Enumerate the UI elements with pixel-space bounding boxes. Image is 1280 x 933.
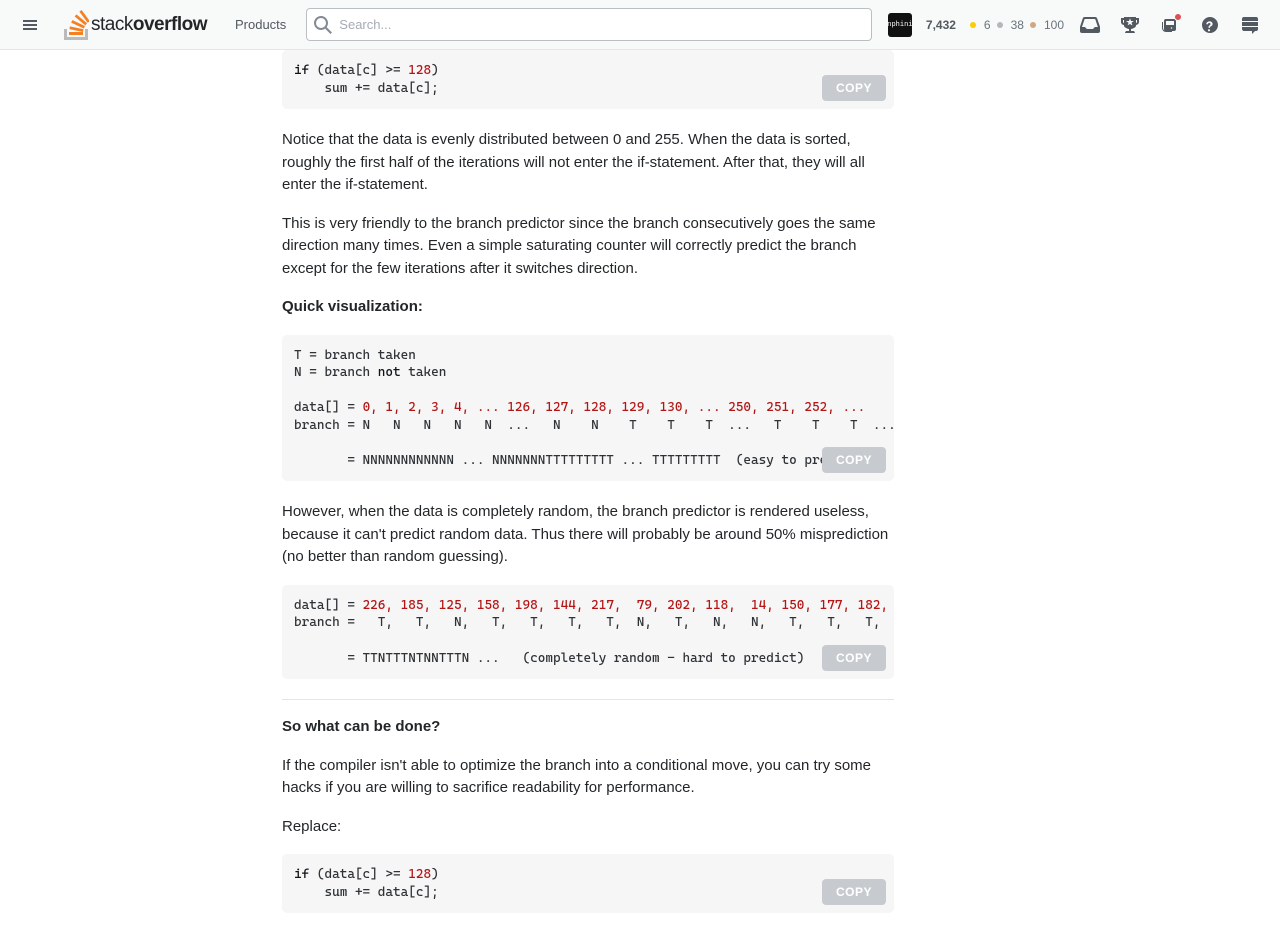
products-button[interactable]: Products: [223, 11, 298, 38]
badges[interactable]: 6 38 100: [970, 18, 1064, 32]
inbox-icon: [1080, 16, 1100, 34]
heading-quick-visualization: Quick visualization:: [282, 296, 894, 319]
logo-text: stackoverflow: [91, 14, 207, 36]
trophy-icon: [1121, 16, 1139, 34]
paragraph: Notice that the data is evenly distribut…: [282, 129, 894, 197]
paragraph: This is very friendly to the branch pred…: [282, 213, 894, 281]
copy-button[interactable]: COPY: [822, 447, 886, 473]
bronze-badge-dot: [1030, 22, 1036, 28]
silver-badge-count: 38: [1011, 18, 1024, 32]
hamburger-icon: [21, 16, 39, 34]
paragraph: If the compiler isn't able to optimize t…: [282, 755, 894, 800]
bronze-badge-count: 100: [1044, 18, 1064, 32]
divider: [282, 699, 894, 700]
search-input[interactable]: [306, 8, 872, 41]
reputation[interactable]: 7,432: [926, 18, 956, 32]
code-block-3: data[] = 226, 185, 125, 158, 198, 144, 2…: [282, 585, 894, 679]
gold-badge-dot: [970, 22, 976, 28]
review-queue-button[interactable]: [1152, 7, 1188, 43]
search-icon: [314, 16, 332, 34]
so-logo-icon: [64, 10, 89, 40]
copy-button[interactable]: COPY: [822, 645, 886, 671]
topbar: stackoverflow Products nphini 7,432 6 38…: [0, 0, 1280, 50]
notification-dot: [1174, 13, 1182, 21]
site-switcher-button[interactable]: [1232, 7, 1268, 43]
copy-button[interactable]: COPY: [822, 879, 886, 905]
answer-body: if (data[c] >= 128) sum += data[c];COPY …: [258, 50, 918, 913]
paragraph: However, when the data is completely ran…: [282, 501, 894, 569]
paragraph: Replace:: [282, 816, 894, 839]
site-logo[interactable]: stackoverflow: [56, 0, 215, 49]
help-icon: [1201, 16, 1219, 34]
achievements-button[interactable]: [1112, 7, 1148, 43]
avatar[interactable]: nphini: [888, 13, 912, 37]
inbox-button[interactable]: [1072, 7, 1108, 43]
copy-button[interactable]: COPY: [822, 75, 886, 101]
stack-exchange-icon: [1241, 16, 1259, 34]
code-block-2: T = branch taken N = branch not taken da…: [282, 335, 894, 482]
user-area: nphini 7,432 6 38 100: [888, 13, 1064, 37]
search-container: [306, 8, 872, 41]
menu-hamburger-button[interactable]: [12, 7, 48, 43]
code-block-1: if (data[c] >= 128) sum += data[c];COPY: [282, 50, 894, 109]
silver-badge-dot: [997, 22, 1003, 28]
help-button[interactable]: [1192, 7, 1228, 43]
gold-badge-count: 6: [984, 18, 991, 32]
nav-icons: [1072, 7, 1268, 43]
page: if (data[c] >= 128) sum += data[c];COPY …: [90, 0, 1190, 913]
heading-what-can-be-done: So what can be done?: [282, 716, 894, 739]
code-block-4: if (data[c] >= 128) sum += data[c];COPY: [282, 854, 894, 913]
